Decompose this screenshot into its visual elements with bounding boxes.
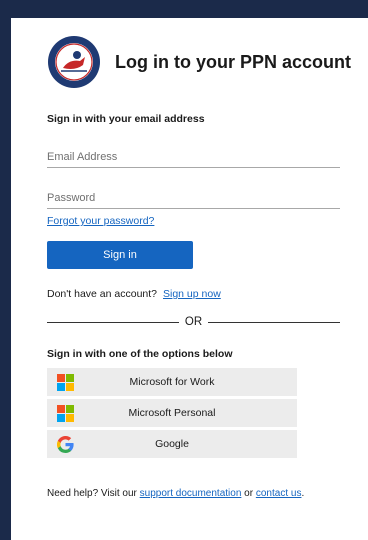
email-input[interactable] (47, 151, 340, 168)
option-label: Microsoft for Work (129, 376, 215, 388)
sign-up-link[interactable]: Sign up now (163, 288, 221, 300)
login-card: Log in to your PPN account Sign in with … (11, 18, 368, 540)
password-input[interactable] (47, 192, 340, 209)
microsoft-personal-button[interactable]: Microsoft Personal (47, 399, 297, 427)
microsoft-icon (57, 405, 74, 422)
microsoft-work-button[interactable]: Microsoft for Work (47, 368, 297, 396)
help-prefix: Need help? Visit our (47, 488, 137, 499)
help-suffix: . (301, 488, 305, 499)
microsoft-icon (57, 374, 74, 391)
sign-in-options: Microsoft for Work Microsoft Personal Go… (47, 368, 340, 458)
help-middle: or (244, 488, 254, 499)
sign-in-button[interactable]: Sign in (47, 241, 193, 269)
signup-row: Don't have an account? Sign up now (47, 288, 340, 300)
contact-us-link[interactable]: contact us (256, 488, 302, 499)
forgot-password-link[interactable]: Forgot your password? (47, 215, 340, 227)
or-divider: OR (47, 316, 340, 328)
option-label: Microsoft Personal (128, 407, 216, 419)
help-text: Need help? Visit our support documentati… (47, 488, 340, 499)
divider-line-right (208, 321, 340, 323)
google-button[interactable]: Google (47, 430, 297, 458)
divider-line-left (47, 321, 179, 323)
support-documentation-link[interactable]: support documentation (140, 488, 242, 499)
header: Log in to your PPN account (47, 24, 351, 100)
email-section-heading: Sign in with your email address (47, 113, 205, 125)
email-field-wrapper (47, 147, 340, 168)
ppn-logo (48, 36, 100, 88)
page-title: Log in to your PPN account (115, 51, 352, 72)
google-icon (57, 436, 74, 453)
option-label: Google (155, 438, 189, 450)
password-field-wrapper (47, 188, 340, 209)
options-heading: Sign in with one of the options below (47, 348, 233, 360)
divider-text: OR (184, 316, 203, 328)
signup-prompt: Don't have an account? (47, 288, 157, 300)
